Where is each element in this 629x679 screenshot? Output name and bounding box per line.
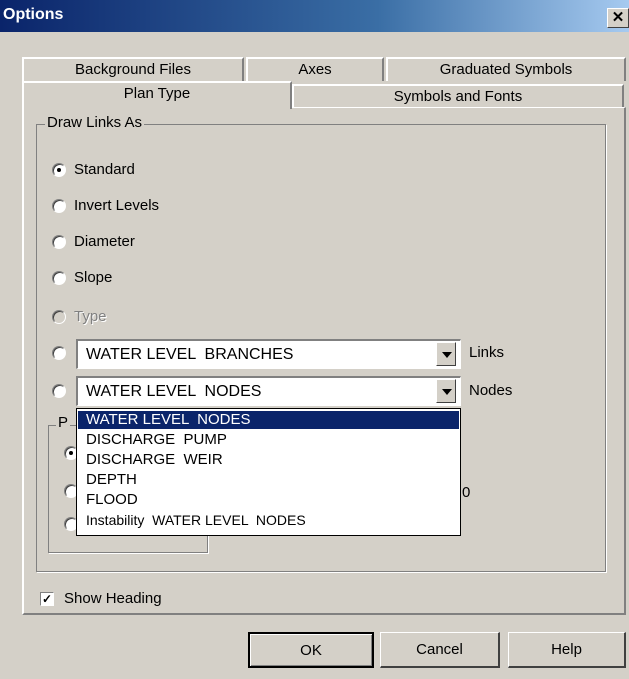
tab-graduated-symbols[interactable]: Graduated Symbols — [386, 57, 626, 81]
chevron-down-icon — [442, 352, 452, 358]
ok-button[interactable]: OK — [248, 632, 374, 668]
links-combo-value: WATER LEVEL BRANCHES — [86, 346, 294, 363]
dropdown-option-water-level-nodes[interactable]: WATER LEVEL NODES — [78, 411, 459, 429]
radio-type — [52, 310, 66, 324]
tab-label: Axes — [298, 61, 332, 78]
draw-links-legend: Draw Links As — [45, 114, 145, 131]
close-icon: ✕ — [611, 9, 625, 26]
nodes-combo[interactable]: WATER LEVEL NODES — [76, 376, 461, 406]
dropdown-option-depth[interactable]: DEPTH — [78, 471, 459, 489]
radio-standard-label: Standard — [74, 161, 135, 178]
chevron-down-icon — [442, 389, 452, 395]
title-bar — [0, 0, 629, 32]
radio-nodes[interactable] — [52, 384, 66, 398]
tab-symbols-and-fonts[interactable]: Symbols and Fonts — [292, 84, 624, 108]
help-button[interactable]: Help — [508, 632, 626, 668]
radio-diameter-label: Diameter — [74, 233, 135, 250]
tab-background-files[interactable]: Background Files — [22, 57, 244, 81]
tab-plan-type[interactable]: Plan Type — [22, 81, 292, 109]
nodes-label: Nodes — [469, 382, 513, 399]
tab-label: Symbols and Fonts — [393, 88, 523, 105]
radio-invert-levels-label: Invert Levels — [74, 197, 160, 214]
dropdown-option-instability[interactable]: Instability WATER LEVEL NODES — [78, 511, 459, 529]
radio-slope[interactable] — [52, 271, 66, 285]
nodes-dropdown-list[interactable]: WATER LEVEL NODES DISCHARGE PUMP DISCHAR… — [76, 408, 461, 536]
nodes-combo-value: WATER LEVEL NODES — [86, 383, 262, 400]
radio-type-label: Type — [74, 308, 107, 325]
window-title: Options — [3, 6, 64, 23]
links-label: Links — [469, 344, 505, 361]
close-button[interactable]: ✕ — [607, 8, 629, 28]
sub-group-text: 0 — [462, 484, 471, 501]
radio-invert-levels[interactable] — [52, 199, 66, 213]
links-combo[interactable]: WATER LEVEL BRANCHES — [76, 339, 461, 369]
check-icon: ✓ — [41, 592, 53, 606]
tab-label: Background Files — [75, 61, 191, 78]
show-heading-label: Show Heading — [64, 590, 162, 607]
radio-links[interactable] — [52, 346, 66, 360]
radio-slope-label: Slope — [74, 269, 113, 286]
sub-group-legend: P — [56, 414, 71, 431]
dropdown-option-flood[interactable]: FLOOD — [78, 491, 459, 509]
show-heading-checkbox[interactable]: ✓ — [40, 592, 54, 606]
nodes-combo-dropdown-button[interactable] — [436, 379, 456, 403]
radio-standard[interactable] — [52, 163, 66, 177]
tab-axes[interactable]: Axes — [246, 57, 384, 81]
dropdown-option-discharge-weir[interactable]: DISCHARGE WEIR — [78, 451, 459, 469]
links-combo-dropdown-button[interactable] — [436, 342, 456, 366]
radio-diameter[interactable] — [52, 235, 66, 249]
tab-label: Graduated Symbols — [439, 61, 573, 78]
tab-label: Plan Type — [123, 85, 191, 102]
dropdown-option-discharge-pump[interactable]: DISCHARGE PUMP — [78, 431, 459, 449]
cancel-button[interactable]: Cancel — [380, 632, 500, 668]
